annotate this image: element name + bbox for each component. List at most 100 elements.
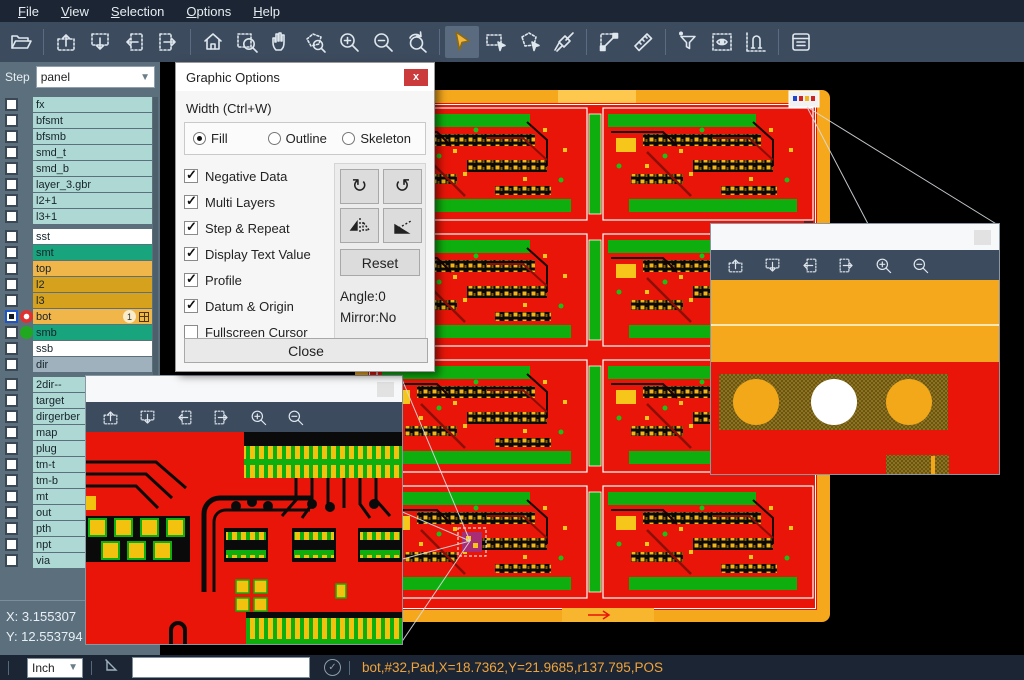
sync-check-icon[interactable]: ✓ xyxy=(324,659,341,676)
layer-checkbox[interactable] xyxy=(5,506,18,519)
layer-checkbox[interactable] xyxy=(5,210,18,223)
layer-label[interactable]: sst xyxy=(33,229,152,244)
layer-checkbox[interactable] xyxy=(5,326,18,339)
mirror-horizontal-button[interactable] xyxy=(340,208,379,243)
rect-select-button[interactable] xyxy=(479,26,513,58)
layer-checkbox[interactable] xyxy=(5,426,18,439)
layer-row[interactable]: fx xyxy=(0,97,160,112)
layer-label[interactable]: fx xyxy=(33,97,152,112)
layer-row[interactable]: l3 xyxy=(0,293,160,308)
menu-item[interactable]: Selection xyxy=(101,2,174,21)
layer-label[interactable]: smt xyxy=(33,245,152,260)
layer-checkbox[interactable] xyxy=(5,310,18,323)
pan-hand-button[interactable] xyxy=(264,26,298,58)
width-radio[interactable]: Skeleton xyxy=(342,131,417,146)
popup-zoom-view[interactable] xyxy=(86,432,402,644)
open-folder-button[interactable] xyxy=(4,26,38,58)
layer-checkbox[interactable] xyxy=(5,162,18,175)
layer-row[interactable]: l2 xyxy=(0,277,160,292)
layer-checkbox[interactable] xyxy=(5,262,18,275)
layer-label[interactable]: l3+1 xyxy=(33,209,152,224)
layer-label[interactable]: l2+1 xyxy=(33,193,152,208)
layer-label[interactable]: layer_3.gbr xyxy=(33,177,152,192)
measure-distance-button[interactable] xyxy=(592,26,626,58)
radio-dot[interactable] xyxy=(342,132,355,145)
pan-left-button[interactable] xyxy=(117,26,151,58)
layer-row[interactable]: smb xyxy=(0,325,160,340)
layer-row[interactable]: ssb xyxy=(0,341,160,356)
layer-checkbox[interactable] xyxy=(5,146,18,159)
display-checkbox[interactable]: Datum & Origin xyxy=(184,293,334,319)
layer-checkbox[interactable] xyxy=(5,130,18,143)
home-view-button[interactable] xyxy=(196,26,230,58)
layer-row[interactable]: sst xyxy=(0,229,160,244)
pan-down-button[interactable] xyxy=(129,404,166,430)
layer-label[interactable]: top xyxy=(33,261,152,276)
zoom-out-button[interactable] xyxy=(277,404,314,430)
poly-select-button[interactable] xyxy=(513,26,547,58)
layer-checkbox[interactable] xyxy=(5,538,18,551)
display-checkbox[interactable]: Step & Repeat xyxy=(184,215,334,241)
display-checkbox[interactable]: Profile xyxy=(184,267,334,293)
filter-button[interactable] xyxy=(671,26,705,58)
mirror-diagonal-button[interactable] xyxy=(383,208,422,243)
layer-checkbox[interactable] xyxy=(5,522,18,535)
pan-left-button[interactable] xyxy=(791,252,828,278)
rotate-ccw-button[interactable]: ↺ xyxy=(383,169,422,204)
layer-row[interactable]: bot 1 xyxy=(0,309,160,324)
layer-checkbox[interactable] xyxy=(5,178,18,191)
pan-right-button[interactable] xyxy=(828,252,865,278)
layer-label[interactable]: bfsmt xyxy=(33,113,152,128)
pan-right-button[interactable] xyxy=(151,26,185,58)
layer-checkbox[interactable] xyxy=(5,490,18,503)
layer-checkbox[interactable] xyxy=(5,394,18,407)
layer-row[interactable]: dir xyxy=(0,357,160,372)
measure-ruler-button[interactable] xyxy=(626,26,660,58)
popup-close-button[interactable] xyxy=(377,382,394,397)
layer-row[interactable]: l3+1 xyxy=(0,209,160,224)
zoom-in-button[interactable] xyxy=(240,404,277,430)
layer-row[interactable]: l2+1 xyxy=(0,193,160,208)
layer-row[interactable]: smd_b xyxy=(0,161,160,176)
display-checkbox[interactable]: Negative Data xyxy=(184,163,334,189)
popup-zoom-view[interactable] xyxy=(711,280,999,474)
layer-row[interactable]: bfsmb xyxy=(0,129,160,144)
checkbox-box[interactable] xyxy=(184,221,198,235)
radio-dot[interactable] xyxy=(193,132,206,145)
layer-label[interactable]: ssb xyxy=(33,341,152,356)
zoom-out-button[interactable] xyxy=(902,252,939,278)
menu-item[interactable]: File xyxy=(8,2,49,21)
layer-row[interactable]: smt xyxy=(0,245,160,260)
zoom-popup-left[interactable] xyxy=(85,375,403,645)
view-options-button[interactable] xyxy=(705,26,739,58)
step-select[interactable]: panel ▼ xyxy=(36,66,155,88)
layer-label[interactable]: l2 xyxy=(33,277,152,292)
zoom-out-button[interactable] xyxy=(366,26,400,58)
layer-label[interactable]: l3 xyxy=(33,293,152,308)
zoom-popup-right[interactable] xyxy=(710,223,1000,475)
zoom-object-button[interactable] xyxy=(298,26,332,58)
close-button[interactable]: Close xyxy=(184,338,428,363)
layer-label[interactable]: bot 1 xyxy=(33,309,152,324)
layer-label[interactable]: smb xyxy=(33,325,152,340)
zoom-in-button[interactable] xyxy=(865,252,902,278)
checkbox-box[interactable] xyxy=(184,195,198,209)
layer-checkbox[interactable] xyxy=(5,98,18,111)
checkbox-box[interactable] xyxy=(184,273,198,287)
snap-origin-button[interactable] xyxy=(739,26,773,58)
dialog-title-bar[interactable]: Graphic Options x xyxy=(176,63,434,91)
layer-checkbox[interactable] xyxy=(5,278,18,291)
layer-row[interactable]: layer_3.gbr xyxy=(0,177,160,192)
layer-checkbox[interactable] xyxy=(5,230,18,243)
layer-checkbox[interactable] xyxy=(5,294,18,307)
checkbox-box[interactable] xyxy=(184,325,198,339)
layer-checkbox[interactable] xyxy=(5,442,18,455)
layer-checkbox[interactable] xyxy=(5,246,18,259)
clean-brush-button[interactable] xyxy=(547,26,581,58)
rotate-cw-button[interactable]: ↻ xyxy=(340,169,379,204)
radio-dot[interactable] xyxy=(268,132,281,145)
layers-panel-button[interactable] xyxy=(784,26,818,58)
layer-row[interactable]: smd_t xyxy=(0,145,160,160)
zoom-in-button[interactable] xyxy=(332,26,366,58)
popup-close-button[interactable] xyxy=(974,230,991,245)
